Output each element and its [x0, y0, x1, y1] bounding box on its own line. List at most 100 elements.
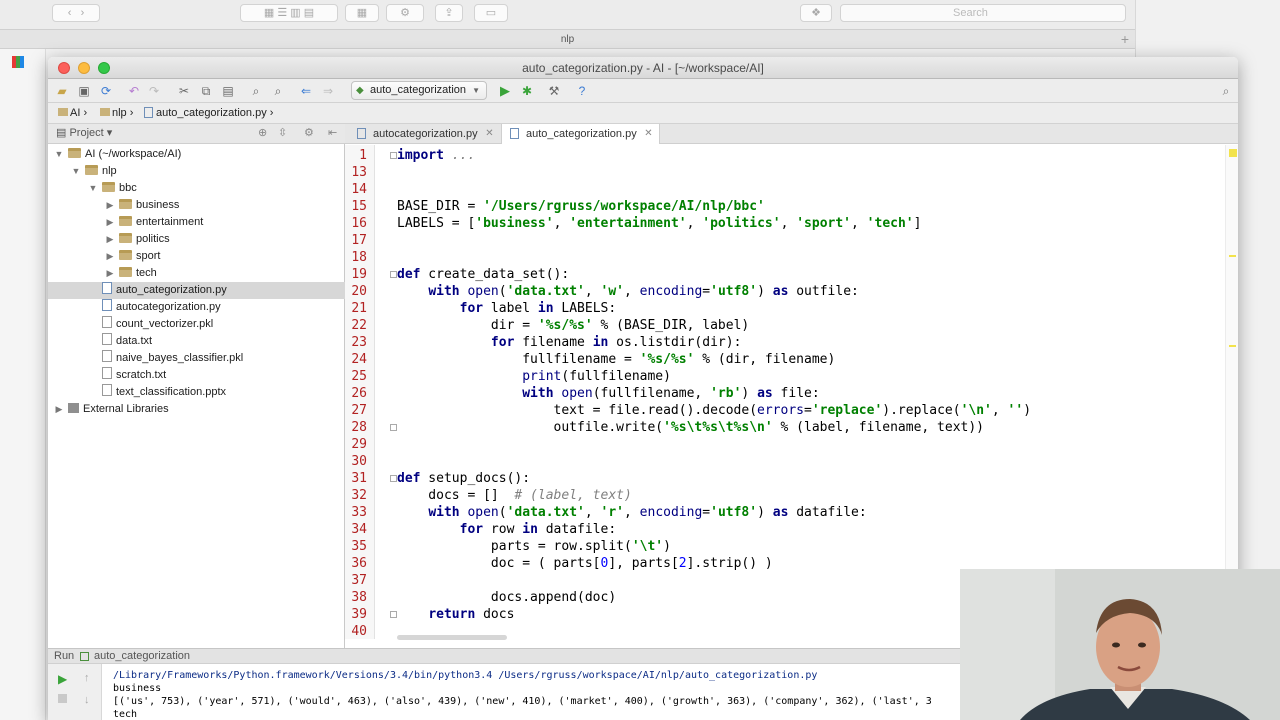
zoom-window-button[interactable]	[98, 62, 110, 74]
search-everywhere-icon[interactable]: ⌕	[1218, 83, 1234, 99]
open-folder-icon[interactable]: ▰	[54, 83, 70, 99]
tag-icon[interactable]: ▭	[474, 4, 508, 22]
run-config-tab[interactable]: auto_categorization	[94, 649, 190, 664]
code-line[interactable]: docs = [] # (label, text)	[397, 487, 632, 504]
code-line[interactable]: with open(fullfilename, 'rb') as file:	[397, 385, 819, 402]
tree-item[interactable]: autocategorization.py	[48, 299, 345, 316]
warning-marker[interactable]	[1229, 149, 1237, 157]
tree-item[interactable]: ▶ politics	[48, 231, 345, 248]
forward-icon[interactable]: ⇒	[320, 83, 336, 99]
collapse-arrow-icon[interactable]: ▶	[105, 197, 115, 214]
tree-item[interactable]: ▼ bbc	[48, 180, 345, 197]
code-line[interactable]: docs.append(doc)	[397, 589, 616, 606]
close-window-button[interactable]	[58, 62, 70, 74]
breadcrumb-item[interactable]: AI ›	[54, 103, 95, 123]
collapse-arrow-icon[interactable]: ▶	[105, 231, 115, 248]
code-line[interactable]: fullfilename = '%s/%s' % (dir, filename)	[397, 351, 835, 368]
scroll-up-icon[interactable]: ↑	[84, 672, 90, 684]
fold-marker-icon[interactable]	[390, 611, 397, 618]
tree-item[interactable]: naive_bayes_classifier.pkl	[48, 350, 345, 367]
rerun-icon[interactable]: ▶	[58, 672, 67, 686]
collapse-all-icon[interactable]: ⇳	[278, 124, 287, 143]
tree-item[interactable]: ▶ entertainment	[48, 214, 345, 231]
redo-icon[interactable]: ↷	[146, 83, 162, 99]
code-line[interactable]: BASE_DIR = '/Users/rgruss/workspace/AI/n…	[397, 198, 765, 215]
warning-marker[interactable]	[1229, 345, 1236, 347]
back-icon[interactable]: ⇐	[298, 83, 314, 99]
finder-search-input[interactable]: Search	[840, 4, 1126, 22]
undo-icon[interactable]: ↶	[126, 83, 142, 99]
collapse-arrow-icon[interactable]: ▶	[105, 265, 115, 282]
fold-marker-icon[interactable]	[390, 152, 397, 159]
code-line[interactable]: def setup_docs():	[397, 470, 530, 487]
finder-nav-buttons[interactable]: ‹ ›	[52, 4, 100, 22]
breadcrumb-item[interactable]: nlp ›	[96, 103, 141, 123]
tree-item[interactable]: data.txt	[48, 333, 345, 350]
help-icon[interactable]: ?	[574, 83, 590, 99]
cut-icon[interactable]: ✂	[176, 83, 192, 99]
hide-panel-icon[interactable]: ⇤	[328, 124, 337, 143]
tree-item[interactable]: ▼ nlp	[48, 163, 345, 180]
breadcrumb-item[interactable]: auto_categorization.py ›	[140, 103, 281, 123]
settings-icon[interactable]: ⚒	[546, 83, 562, 99]
collapse-arrow-icon[interactable]: ▶	[54, 401, 64, 418]
close-tab-icon[interactable]: ✕	[644, 124, 652, 144]
minimize-window-button[interactable]	[78, 62, 90, 74]
share-icon[interactable]: ⇪	[435, 4, 463, 22]
expand-arrow-icon[interactable]: ▼	[71, 163, 81, 180]
code-line[interactable]: doc = ( parts[0], parts[2].strip() )	[397, 555, 773, 572]
gear-icon[interactable]: ⚙	[304, 124, 314, 143]
close-tab-icon[interactable]: ✕	[485, 124, 493, 144]
paste-icon[interactable]: ▤	[220, 83, 236, 99]
code-line[interactable]: with open('data.txt', 'r', encoding='utf…	[397, 504, 866, 521]
fold-marker-icon[interactable]	[390, 271, 397, 278]
expand-arrow-icon[interactable]: ▼	[88, 180, 98, 197]
tree-item[interactable]: ▶ business	[48, 197, 345, 214]
add-tab-icon[interactable]: +	[1116, 31, 1134, 48]
tree-item[interactable]: ▶ External Libraries	[48, 401, 345, 418]
code-line[interactable]: dir = '%s/%s' % (BASE_DIR, label)	[397, 317, 749, 334]
tree-item[interactable]: count_vectorizer.pkl	[48, 316, 345, 333]
tree-item[interactable]: ▶ sport	[48, 248, 345, 265]
scrollbar-thumb[interactable]	[397, 635, 507, 640]
code-line[interactable]: for row in datafile:	[397, 521, 617, 538]
code-editor[interactable]: import ... BASE_DIR = '/Users/rgruss/work…	[375, 145, 1225, 639]
warning-marker[interactable]	[1229, 255, 1236, 257]
code-line[interactable]: with open('data.txt', 'w', encoding='utf…	[397, 283, 859, 300]
code-line[interactable]: print(fullfilename)	[397, 368, 671, 385]
fold-marker-icon[interactable]	[390, 424, 397, 431]
fold-marker-icon[interactable]	[390, 475, 397, 482]
code-line[interactable]: for label in LABELS:	[397, 300, 617, 317]
project-view-select[interactable]: ▤ Project ▾	[56, 124, 112, 143]
apps-icon[interactable]	[12, 56, 24, 68]
code-line[interactable]: outfile.write('%s\t%s\t%s\n' % (label, f…	[397, 419, 984, 436]
run-icon[interactable]: ▶	[497, 83, 513, 99]
finder-view-buttons[interactable]: ▦ ☰ ▥ ▤	[240, 4, 338, 22]
tree-item[interactable]: scratch.txt	[48, 367, 345, 384]
finder-arrange-button[interactable]: ▦	[345, 4, 379, 22]
code-line[interactable]: import ...	[397, 147, 475, 164]
expand-arrow-icon[interactable]: ▼	[54, 146, 64, 163]
gear-icon[interactable]: ⚙	[386, 4, 424, 22]
sync-tree-icon[interactable]: ⊕	[258, 124, 267, 143]
error-stripe[interactable]	[1225, 145, 1238, 639]
sync-icon[interactable]: ⟳	[98, 83, 114, 99]
find-icon[interactable]: ⌕	[248, 83, 264, 99]
collapse-arrow-icon[interactable]: ▶	[105, 214, 115, 231]
collapse-arrow-icon[interactable]: ▶	[105, 248, 115, 265]
tree-item[interactable]: text_classification.pptx	[48, 384, 345, 401]
code-line[interactable]: parts = row.split('\t')	[397, 538, 671, 555]
tab-autocategorization[interactable]: autocategorization.py ✕	[349, 124, 500, 144]
tab-auto-categorization[interactable]: auto_categorization.py ✕	[501, 124, 660, 144]
code-line[interactable]: LABELS = ['business', 'entertainment', '…	[397, 215, 921, 232]
code-line[interactable]: def create_data_set():	[397, 266, 569, 283]
copy-icon[interactable]: ⧉	[198, 83, 214, 99]
run-configuration-select[interactable]: ◆ auto_categorization ▼	[351, 81, 487, 100]
scroll-down-icon[interactable]: ↓	[84, 694, 90, 706]
replace-icon[interactable]: ⌕	[270, 83, 286, 99]
tree-item[interactable]: ▼ AI (~/workspace/AI)	[48, 146, 345, 163]
save-icon[interactable]: ▣	[76, 83, 92, 99]
debug-icon[interactable]: ✱	[519, 83, 535, 99]
dropbox-icon[interactable]: ❖	[800, 4, 832, 22]
code-line[interactable]: for filename in os.listdir(dir):	[397, 334, 741, 351]
